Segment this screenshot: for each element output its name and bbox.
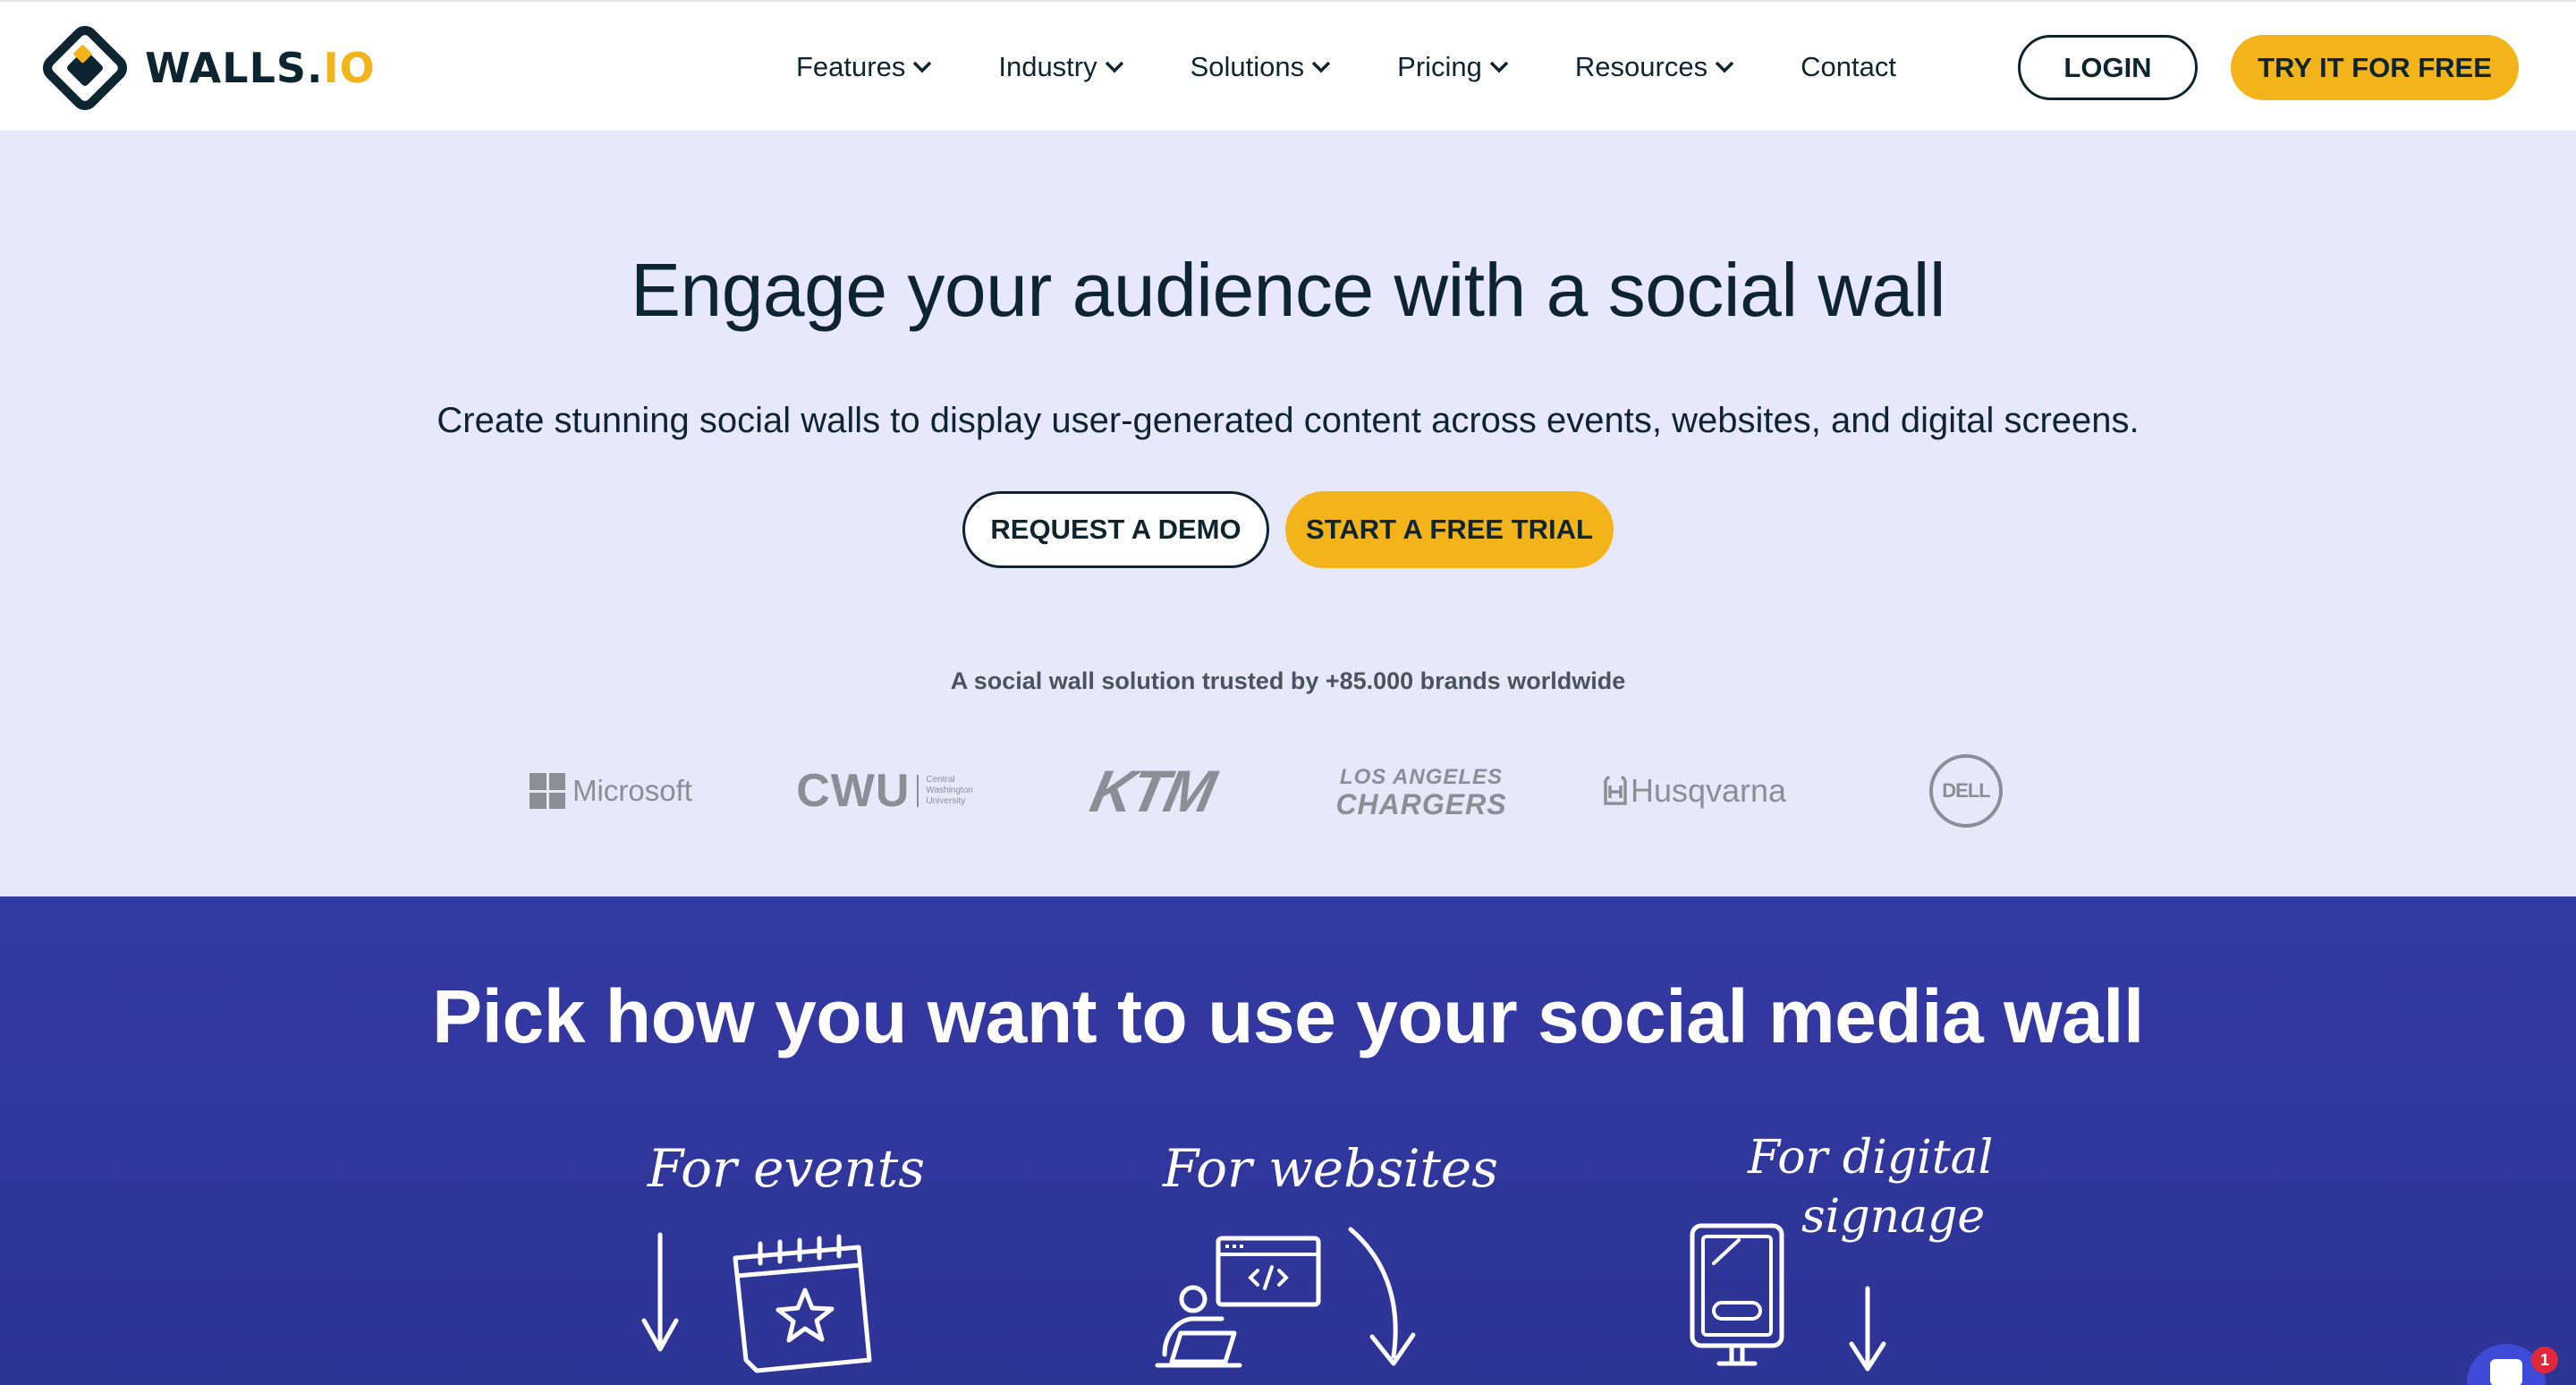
dell-logo: DELL — [1928, 737, 2004, 845]
dell-logo-text: DELL — [1929, 754, 2003, 828]
chevron-down-icon — [1489, 61, 1509, 73]
chargers-logo-bottom: CHARGERS — [1335, 788, 1507, 820]
chat-unread-badge: 1 — [2531, 1347, 2558, 1373]
chevron-down-icon — [1105, 61, 1123, 73]
nav-resources[interactable]: Resources — [1575, 51, 1734, 83]
nav-solutions-label: Solutions — [1190, 51, 1305, 82]
site-header: WALLS.IO Features Industry Solutions Pri… — [0, 0, 2576, 131]
use-case-websites-label: For websites — [1163, 1138, 1498, 1199]
use-case-events-label: For events — [648, 1138, 925, 1199]
walls-io-logo-text: WALLS.IO — [145, 44, 376, 92]
cwu-logo-subtext: Central Washington University — [917, 775, 973, 807]
laptop-code-icon — [1155, 1227, 1416, 1368]
husqvarna-logo-text: Husqvarna — [1630, 772, 1787, 809]
login-button[interactable]: LOGIN — [2018, 35, 2198, 100]
calendar-star-icon — [641, 1232, 872, 1373]
walls-io-logo-mark-icon — [42, 25, 128, 111]
try-it-for-free-button[interactable]: TRY IT FOR FREE — [2231, 35, 2519, 100]
ktm-logo-text: KTM — [1085, 758, 1219, 824]
use-case-events[interactable]: For events — [626, 896, 984, 1385]
hero-title: Engage your audience with a social wall — [630, 248, 1946, 332]
microsoft-logo: Microsoft — [526, 737, 696, 845]
nav-features[interactable]: Features — [796, 51, 932, 83]
nav-industry[interactable]: Industry — [998, 51, 1123, 83]
main-nav: Features Industry Solutions Pricing Reso… — [796, 2, 1896, 132]
chevron-down-icon — [913, 61, 932, 73]
nav-industry-label: Industry — [998, 51, 1097, 82]
chevron-down-icon — [1311, 61, 1331, 73]
request-demo-button[interactable]: REQUEST A DEMO — [962, 491, 1269, 568]
chat-icon — [2490, 1359, 2522, 1385]
chargers-logo: LOS ANGELES CHARGERS — [1327, 737, 1515, 845]
microsoft-logo-text: Microsoft — [572, 774, 692, 807]
cwu-logo: CWU Central Washington University — [791, 737, 979, 845]
husqvarna-logo: Husqvarna — [1596, 737, 1792, 845]
brand-logos: Microsoft CWU Central Washington Univers… — [0, 737, 2576, 845]
use-cases-section: Pick how you want to use your social med… — [0, 896, 2576, 1385]
nav-features-label: Features — [796, 51, 906, 82]
use-case-signage-label-line1: For digital — [1748, 1131, 1994, 1185]
chevron-down-icon — [1715, 61, 1734, 73]
nav-resources-label: Resources — [1574, 51, 1708, 82]
cwu-logo-text: CWU — [796, 765, 911, 817]
nav-pricing-label: Pricing — [1397, 51, 1482, 82]
hero-section: Engage your audience with a social wall … — [0, 131, 2576, 896]
start-free-trial-button[interactable]: START A FREE TRIAL — [1285, 491, 1614, 568]
microsoft-grid-icon — [530, 773, 566, 809]
nav-pricing[interactable]: Pricing — [1397, 51, 1509, 83]
digital-signage-icon — [1690, 1223, 1886, 1372]
hero-subtitle: Create stunning social walls to display … — [436, 401, 2140, 440]
walls-io-logo[interactable]: WALLS.IO — [39, 21, 376, 115]
nav-contact[interactable]: Contact — [1801, 51, 1896, 83]
use-case-digital-signage[interactable]: For digital signage — [1682, 896, 2039, 1385]
ktm-logo: KTM — [1073, 737, 1231, 845]
husqvarna-crown-icon — [1604, 775, 1627, 805]
trusted-by-text: A social wall solution trusted by +85.00… — [950, 667, 1626, 694]
nav-contact-label: Contact — [1801, 51, 1896, 82]
use-case-websites[interactable]: For websites — [1154, 896, 1512, 1385]
nav-solutions[interactable]: Solutions — [1191, 51, 1332, 83]
chargers-logo-top: LOS ANGELES — [1339, 765, 1504, 789]
